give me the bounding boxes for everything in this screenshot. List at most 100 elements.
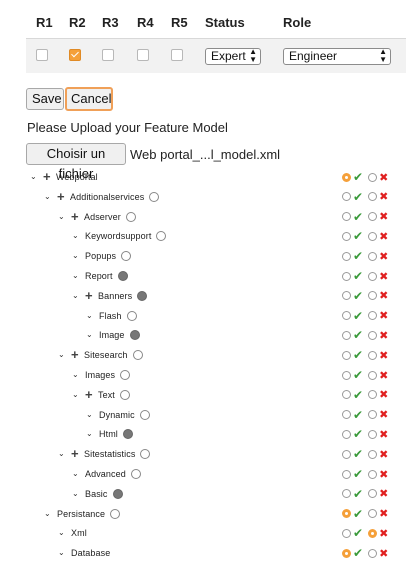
tree-node[interactable]: ⌄ Keywordsupport	[72, 226, 167, 246]
include-radio[interactable]	[342, 469, 351, 479]
chevron-down-icon[interactable]: ⌄	[58, 549, 66, 557]
exclude-radio[interactable]	[368, 449, 378, 459]
exclude-radio[interactable]	[368, 212, 378, 222]
exclude-radio[interactable]	[368, 469, 378, 479]
empty-circle-icon	[156, 231, 167, 242]
cross-icon: ✖	[379, 329, 389, 342]
save-button[interactable]: Save	[26, 88, 64, 110]
include-radio[interactable]	[342, 251, 351, 261]
include-radio[interactable]	[342, 350, 351, 360]
exclude-radio[interactable]	[368, 370, 378, 380]
r1-checkbox[interactable]	[36, 48, 48, 61]
include-radio[interactable]	[342, 410, 351, 420]
chevron-down-icon[interactable]: ⌄	[58, 529, 66, 537]
chevron-down-icon[interactable]: ⌄	[44, 192, 52, 201]
chevron-down-icon[interactable]: ⌄	[72, 252, 80, 260]
tree-node[interactable]: ⌄ Advanced	[72, 464, 141, 484]
include-radio[interactable]	[342, 449, 351, 459]
exclude-radio[interactable]	[368, 330, 378, 340]
exclude-radio[interactable]	[368, 231, 378, 241]
exclude-radio[interactable]	[368, 410, 378, 420]
exclude-radio[interactable]	[368, 528, 378, 538]
tree-node[interactable]: ⌄ Basic	[72, 484, 123, 504]
tree-node[interactable]: ⌄ Image	[86, 325, 140, 345]
chevron-down-icon[interactable]: ⌄	[72, 371, 80, 379]
exclude-radio[interactable]	[368, 390, 378, 400]
exclude-radio[interactable]	[368, 509, 378, 519]
include-radio[interactable]	[342, 509, 351, 519]
tree-node[interactable]: ⌄ + Banners	[72, 286, 148, 306]
exclude-radio[interactable]	[368, 251, 378, 261]
cross-icon: ✖	[379, 191, 389, 204]
tree-node[interactable]: ⌄ Flash	[86, 306, 137, 326]
tree-node[interactable]: ⌄ + Adserver	[58, 207, 136, 227]
include-radio[interactable]	[342, 390, 351, 400]
tree-node[interactable]: ⌄ + Text	[72, 385, 130, 405]
cancel-button[interactable]: Cancel	[65, 87, 113, 111]
tree-node[interactable]: ⌄ Persistance	[44, 504, 121, 524]
chevron-down-icon[interactable]: ⌄	[86, 331, 94, 339]
chevron-down-icon[interactable]: ⌄	[58, 351, 66, 359]
chevron-down-icon[interactable]: ⌄	[30, 173, 38, 181]
include-radio[interactable]	[342, 271, 351, 281]
tree-node[interactable]: ⌄ Popups	[72, 246, 132, 266]
include-radio[interactable]	[342, 172, 351, 182]
exclude-radio[interactable]	[368, 429, 378, 439]
exclude-radio[interactable]	[368, 350, 378, 360]
include-radio[interactable]	[342, 548, 351, 558]
chevron-down-icon[interactable]: ⌄	[72, 232, 80, 240]
chevron-down-icon[interactable]: ⌄	[58, 212, 66, 221]
include-radio[interactable]	[342, 528, 351, 538]
tree-node[interactable]: ⌄ Database	[58, 543, 110, 563]
check-icon: ✔	[353, 407, 364, 422]
exclude-radio[interactable]	[368, 291, 378, 301]
exclude-radio[interactable]	[368, 311, 378, 321]
r4-checkbox[interactable]	[137, 48, 149, 61]
filled-circle-icon	[112, 488, 123, 499]
include-radio[interactable]	[342, 291, 351, 301]
r2-checkbox[interactable]	[69, 48, 81, 61]
tree-node[interactable]: ⌄ Dynamic	[86, 405, 150, 425]
include-radio[interactable]	[342, 311, 351, 321]
r3-checkbox[interactable]	[102, 48, 114, 61]
role-select[interactable]: Engineer ▲ ▼	[283, 47, 391, 65]
chevron-down-icon[interactable]: ⌄	[72, 489, 80, 498]
chevron-down-icon[interactable]: ⌄	[72, 470, 80, 478]
exclude-radio[interactable]	[368, 548, 378, 558]
include-radio[interactable]	[342, 429, 351, 439]
exclude-radio[interactable]	[368, 192, 378, 202]
include-radio[interactable]	[342, 370, 351, 380]
tree-node[interactable]: ⌄ + Sitesearch	[58, 345, 143, 365]
include-radio[interactable]	[342, 330, 351, 340]
chevron-down-icon[interactable]: ⌄	[72, 390, 80, 399]
tree-node[interactable]: ⌄ + Sitestatistics	[58, 444, 151, 464]
include-radio[interactable]	[342, 489, 351, 499]
chevron-down-icon[interactable]: ⌄	[58, 450, 66, 458]
choose-file-button[interactable]: Choisir un fichier	[26, 143, 126, 181]
r5-checkbox[interactable]	[171, 48, 183, 61]
chevron-down-icon[interactable]: ⌄	[72, 291, 80, 300]
chevron-down-icon[interactable]: ⌄	[86, 410, 94, 419]
tree-node[interactable]: ⌄ + Additionalservices	[44, 187, 160, 207]
status-select[interactable]: Expert ▲ ▼	[205, 47, 261, 65]
include-radio[interactable]	[342, 212, 351, 222]
plus-icon: +	[85, 386, 93, 402]
tree-node[interactable]: ⌄ Images	[72, 365, 131, 385]
exclude-radio[interactable]	[368, 489, 378, 499]
check-icon: ✔	[353, 447, 364, 462]
chevron-down-icon[interactable]: ⌄	[86, 430, 94, 438]
tree-node[interactable]: ⌄ Html	[86, 424, 133, 444]
chevron-down-icon[interactable]: ⌄	[72, 272, 80, 280]
exclude-radio[interactable]	[368, 271, 378, 281]
chevron-down-icon[interactable]: ⌄	[44, 509, 52, 518]
tree-node[interactable]: ⌄ Xml	[58, 523, 87, 543]
feature-selection-controls: ✔ ✖	[342, 266, 402, 286]
include-radio[interactable]	[342, 231, 351, 241]
tree-node-label: Dynamic	[99, 409, 135, 420]
tree-node[interactable]: ⌄ Report	[72, 266, 128, 286]
chevron-down-icon[interactable]: ⌄	[86, 311, 94, 320]
tree-node[interactable]: ⌄ + Webportal	[30, 167, 98, 187]
feature-selection-controls: ✔ ✖	[342, 187, 402, 207]
exclude-radio[interactable]	[368, 172, 378, 182]
include-radio[interactable]	[342, 192, 351, 202]
